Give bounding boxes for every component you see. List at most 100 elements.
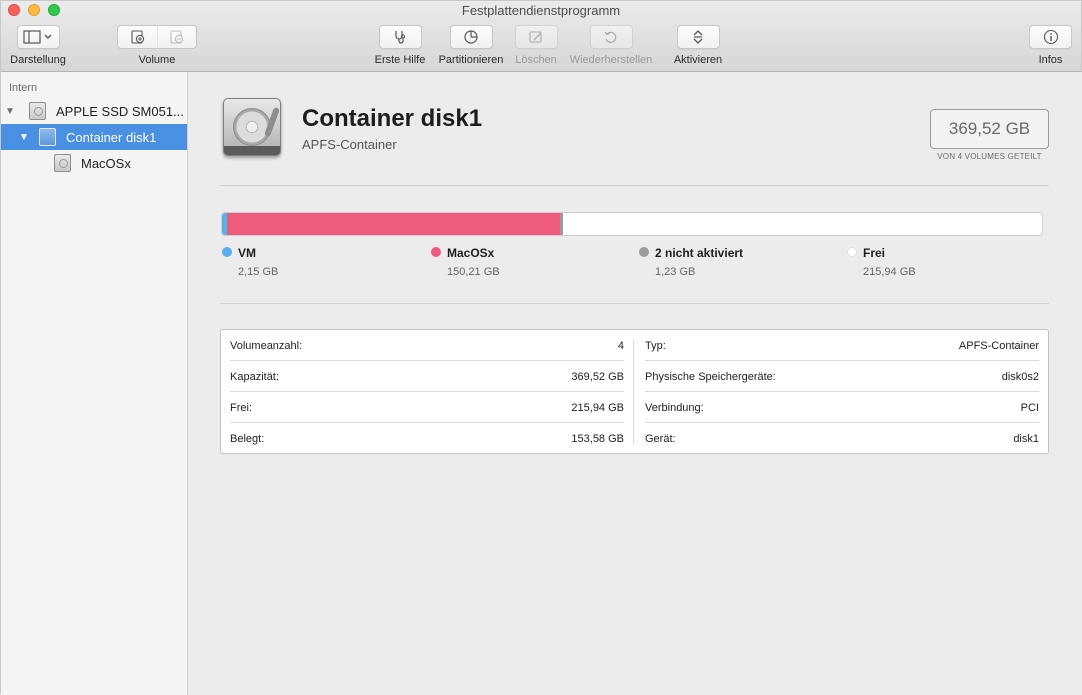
legend-name: Frei xyxy=(863,246,886,260)
sidebar: Intern ▼ APPLE SSD SM051... ▼ Container … xyxy=(1,72,188,695)
erste-hilfe-group: Erste Hilfe xyxy=(371,25,429,66)
divider xyxy=(220,303,1049,304)
remove-volume-icon xyxy=(170,30,184,44)
aktivieren-button[interactable] xyxy=(676,25,720,49)
volume-group: Volume xyxy=(117,25,197,66)
sidebar-item-label: Container disk1 xyxy=(66,129,157,145)
info-row-belegt: Belegt: 153,58 GB xyxy=(230,423,624,454)
infos-label: Infos xyxy=(1038,54,1063,66)
toolbar: Festplattendienstprogramm Darstellung Vo… xyxy=(1,1,1081,72)
wiederherstellen-group: Wiederherstellen xyxy=(566,25,656,66)
info-row-kapazitaet: Kapazität: 369,52 GB xyxy=(230,361,624,392)
info-label: Verbindung: xyxy=(645,401,704,414)
usage-segment-2-nicht-aktiviert xyxy=(560,213,563,235)
legend-size: 150,21 GB xyxy=(447,266,500,278)
legend-name: 2 nicht aktiviert xyxy=(655,246,744,260)
info-label: Typ: xyxy=(645,339,666,352)
info-label: Kapazität: xyxy=(230,370,279,383)
add-volume-button[interactable] xyxy=(118,26,157,48)
sidebar-item-label: MacOSx xyxy=(81,155,131,171)
info-value: 215,94 GB xyxy=(571,401,624,414)
disclosure-triangle-icon[interactable]: ▼ xyxy=(18,132,30,143)
legend-name: MacOSx xyxy=(447,246,495,260)
erase-icon xyxy=(529,31,542,43)
usage-segment-macosx xyxy=(226,213,561,235)
sidebar-view-icon xyxy=(23,30,52,44)
partitionieren-label: Partitionieren xyxy=(438,54,504,66)
darstellung-group: Darstellung xyxy=(8,25,68,66)
wiederherstellen-label: Wiederherstellen xyxy=(569,54,653,66)
infos-button[interactable] xyxy=(1029,25,1072,49)
add-volume-icon xyxy=(130,30,144,44)
loeschen-label: Löschen xyxy=(515,54,557,66)
erste-hilfe-label: Erste Hilfe xyxy=(374,54,426,66)
info-value: 4 xyxy=(617,339,624,352)
loeschen-group: Löschen xyxy=(511,25,561,66)
vm-color-dot xyxy=(222,247,232,257)
mount-icon xyxy=(693,30,703,44)
info-value: disk0s2 xyxy=(1001,370,1039,383)
internal-disk-icon xyxy=(29,102,46,120)
wiederherstellen-button[interactable] xyxy=(589,25,633,49)
info-column-divider xyxy=(633,340,634,444)
darstellung-label: Darstellung xyxy=(10,54,66,66)
inactive-color-dot xyxy=(639,247,649,257)
info-value: 369,52 GB xyxy=(571,370,624,383)
sidebar-item-label: APPLE SSD SM051... xyxy=(56,103,184,119)
info-value: PCI xyxy=(1020,401,1039,414)
legend-size: 1,23 GB xyxy=(655,266,696,278)
app-window: Festplattendienstprogramm Darstellung Vo… xyxy=(0,0,1082,695)
info-label: Volumeanzahl: xyxy=(230,339,303,352)
info-label: Gerät: xyxy=(645,432,676,445)
info-value: disk1 xyxy=(1013,432,1039,445)
info-label: Belegt: xyxy=(230,432,265,445)
sidebar-item-apple-ssd[interactable]: ▼ APPLE SSD SM051... xyxy=(1,98,187,124)
aktivieren-label: Aktivieren xyxy=(673,54,723,66)
volume-disk-icon xyxy=(54,154,71,172)
info-table: Volumeanzahl: 4 Kapazität: 369,52 GB Fre… xyxy=(220,329,1049,454)
infos-group: Infos xyxy=(1029,25,1072,66)
info-label: Frei: xyxy=(230,401,252,414)
divider xyxy=(220,185,1049,186)
disk-name: Container disk1 xyxy=(302,105,483,132)
window-title: Festplattendienstprogramm xyxy=(461,3,621,18)
info-row-volumeanzahl: Volumeanzahl: 4 xyxy=(230,330,624,361)
volume-segmented-control xyxy=(117,25,197,49)
stethoscope-icon xyxy=(395,31,406,44)
sidebar-item-macosx[interactable]: MacOSx xyxy=(1,150,187,176)
volume-label: Volume xyxy=(138,54,176,66)
sidebar-item-container-disk1[interactable]: ▼ Container disk1 xyxy=(1,124,187,150)
legend-size: 215,94 GB xyxy=(863,266,916,278)
legend-size: 2,15 GB xyxy=(238,266,279,278)
pie-partition-icon xyxy=(464,30,478,44)
capacity-box: 369,52 GB xyxy=(930,109,1049,149)
free-color-dot xyxy=(847,247,857,257)
info-label: Physische Speichergeräte: xyxy=(645,370,776,383)
disk-type: APFS-Container xyxy=(302,137,397,152)
partitionieren-group: Partitionieren xyxy=(435,25,507,66)
sidebar-section-intern: Intern xyxy=(9,82,38,94)
loeschen-button[interactable] xyxy=(514,25,558,49)
info-value: APFS-Container xyxy=(958,339,1039,352)
disclosure-triangle-icon[interactable]: ▼ xyxy=(4,106,16,117)
macosx-color-dot xyxy=(431,247,441,257)
usage-bar xyxy=(221,212,1043,236)
legend-name: VM xyxy=(238,246,256,260)
main-content: Container disk1 APFS-Container 369,52 GB… xyxy=(188,72,1082,695)
container-icon xyxy=(39,128,56,146)
hard-disk-icon xyxy=(223,98,281,156)
aktivieren-group: Aktivieren xyxy=(669,25,727,66)
info-row-geraet: Gerät: disk1 xyxy=(645,423,1039,454)
info-row-typ: Typ: APFS-Container xyxy=(645,330,1039,361)
info-row-speichergeraete: Physische Speichergeräte: disk0s2 xyxy=(645,361,1039,392)
remove-volume-button[interactable] xyxy=(157,26,196,48)
info-row-frei: Frei: 215,94 GB xyxy=(230,392,624,423)
info-value: 153,58 GB xyxy=(571,432,624,445)
darstellung-button[interactable] xyxy=(16,25,60,49)
restore-arrow-icon xyxy=(604,31,617,43)
erste-hilfe-button[interactable] xyxy=(378,25,422,49)
info-row-verbindung: Verbindung: PCI xyxy=(645,392,1039,423)
info-icon xyxy=(1043,29,1058,45)
capacity-note: VON 4 VOLUMES GETEILT xyxy=(937,152,1042,161)
partitionieren-button[interactable] xyxy=(449,25,493,49)
